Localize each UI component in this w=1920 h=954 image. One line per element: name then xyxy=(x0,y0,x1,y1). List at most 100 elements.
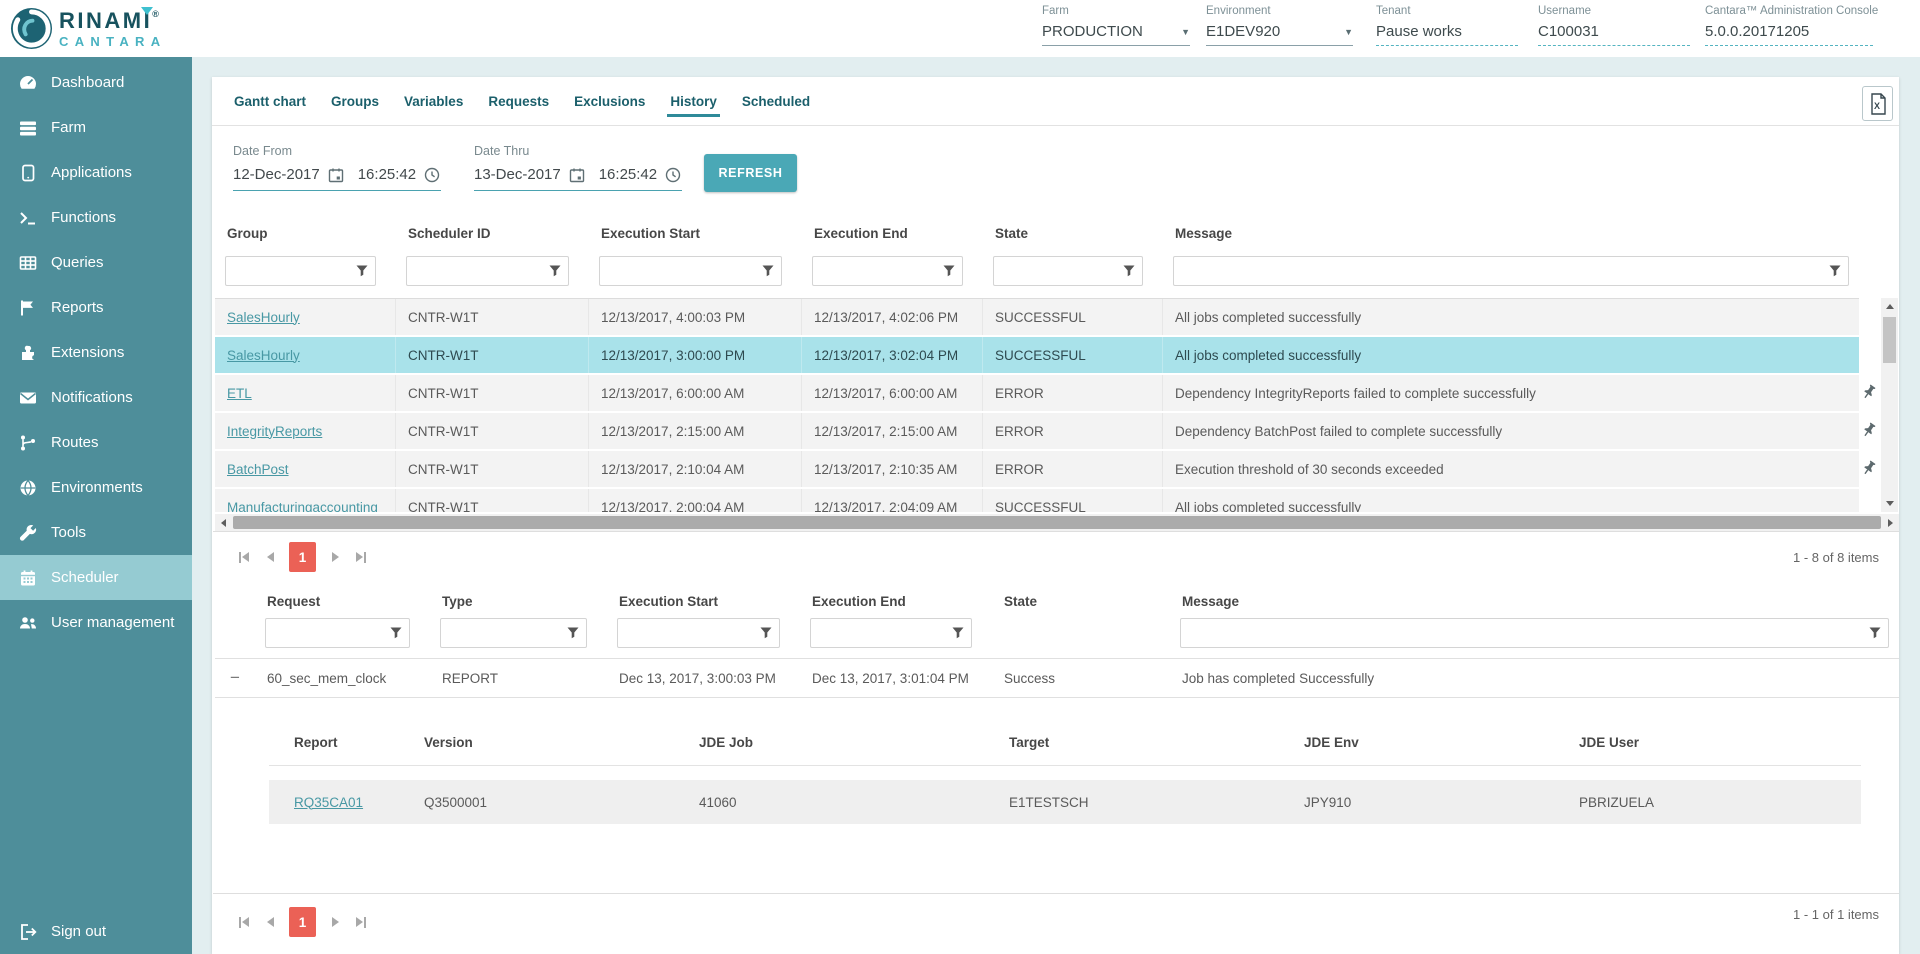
pushpin-icon[interactable] xyxy=(1860,459,1880,479)
tab-groups[interactable]: Groups xyxy=(330,88,380,115)
column-header-type[interactable]: Type xyxy=(430,588,607,615)
history-row[interactable]: SalesHourly CNTR-W1T 12/13/2017, 4:00:03… xyxy=(215,299,1859,337)
sidebar-item-environments[interactable]: Environments xyxy=(0,465,192,510)
column-header-group[interactable]: Group xyxy=(215,220,396,247)
history-row[interactable]: ETL CNTR-W1T 12/13/2017, 6:00:00 AM 12/1… xyxy=(215,375,1859,413)
sidebar-item-reports[interactable]: Reports xyxy=(0,285,192,330)
column-header-state[interactable]: State xyxy=(983,220,1163,247)
tab-gantt-chart[interactable]: Gantt chart xyxy=(233,88,307,115)
cell-execution-start: 12/13/2017, 3:00:00 PM xyxy=(589,337,802,373)
sidebar-item-sign-out[interactable]: Sign out xyxy=(0,909,192,954)
group-filter-input[interactable] xyxy=(225,256,376,286)
column-header-message[interactable]: Message xyxy=(1170,588,1899,615)
scroll-right-icon[interactable] xyxy=(1882,514,1899,531)
date-from-date-value[interactable]: 12-Dec-2017 xyxy=(233,166,320,183)
execution-end-filter-input[interactable] xyxy=(810,618,972,648)
horizontal-scrollbar-thumb[interactable] xyxy=(233,516,1881,529)
tab-requests[interactable]: Requests xyxy=(487,88,550,115)
scheduler-tabs: Gantt chart Groups Variables Requests Ex… xyxy=(212,77,1899,126)
column-header-execution-start[interactable]: Execution Start xyxy=(589,220,802,247)
tab-history[interactable]: History xyxy=(669,88,718,115)
current-page-button[interactable]: 1 xyxy=(289,542,316,572)
vertical-scrollbar[interactable] xyxy=(1881,298,1898,512)
history-row-clipped[interactable]: Manufacturingaccounting CNTR-W1T 12/13/2… xyxy=(215,489,1859,512)
cell-type: REPORT xyxy=(430,659,607,697)
column-header-message[interactable]: Message xyxy=(1163,220,1859,247)
collapse-row-icon[interactable]: − xyxy=(215,659,255,697)
history-row-selected[interactable]: SalesHourly CNTR-W1T 12/13/2017, 3:00:00… xyxy=(215,337,1859,375)
clock-icon[interactable] xyxy=(665,167,681,183)
column-header-execution-end[interactable]: Execution End xyxy=(802,220,983,247)
history-row[interactable]: BatchPost CNTR-W1T 12/13/2017, 2:10:04 A… xyxy=(215,451,1859,489)
clock-icon[interactable] xyxy=(424,167,440,183)
calendar-icon[interactable] xyxy=(328,167,344,183)
cell-execution-start: 12/13/2017, 2:15:00 AM xyxy=(589,413,802,449)
first-page-button[interactable] xyxy=(231,907,257,937)
scroll-left-icon[interactable] xyxy=(215,514,232,531)
message-filter-input[interactable] xyxy=(1173,256,1849,286)
pushpin-icon[interactable] xyxy=(1860,383,1880,403)
sidebar-item-farm[interactable]: Farm xyxy=(0,105,192,150)
horizontal-scrollbar[interactable] xyxy=(215,514,1899,531)
scroll-down-icon[interactable] xyxy=(1881,495,1898,512)
scroll-up-icon[interactable] xyxy=(1881,298,1898,315)
date-thru-time-value[interactable]: 16:25:42 xyxy=(599,166,657,183)
group-link[interactable]: SalesHourly xyxy=(227,348,300,363)
request-row[interactable]: − 60_sec_mem_clock REPORT Dec 13, 2017, … xyxy=(215,658,1899,698)
date-from-input[interactable]: 12-Dec-2017 16:25:42 xyxy=(233,166,441,191)
column-header-execution-end[interactable]: Execution End xyxy=(800,588,992,615)
column-header-state[interactable]: State xyxy=(992,588,1170,615)
group-link[interactable]: SalesHourly xyxy=(227,310,300,325)
message-filter-input[interactable] xyxy=(1180,618,1889,648)
sidebar-item-scheduler[interactable]: Scheduler xyxy=(0,555,192,600)
state-filter-input[interactable] xyxy=(993,256,1143,286)
request-detail-row[interactable]: RQ35CA01 Q3500001 41060 E1TESTSCH JPY910… xyxy=(269,780,1861,824)
sidebar-item-user-management[interactable]: User management xyxy=(0,600,192,645)
sidebar-item-dashboard[interactable]: Dashboard xyxy=(0,60,192,105)
refresh-button[interactable]: REFRESH xyxy=(704,154,797,192)
tab-exclusions[interactable]: Exclusions xyxy=(573,88,646,115)
sidebar-item-tools[interactable]: Tools xyxy=(0,510,192,555)
execution-start-filter-input[interactable] xyxy=(617,618,780,648)
group-link[interactable]: Manufacturingaccounting xyxy=(227,500,378,513)
previous-page-button[interactable] xyxy=(257,542,283,572)
last-page-button[interactable] xyxy=(348,542,374,572)
last-page-button[interactable] xyxy=(348,907,374,937)
calendar-icon[interactable] xyxy=(569,167,585,183)
farm-select[interactable]: PRODUCTION ▼ xyxy=(1042,23,1190,46)
request-filter-input[interactable] xyxy=(265,618,410,648)
execution-start-filter-input[interactable] xyxy=(599,256,782,286)
environment-select[interactable]: E1DEV920 ▼ xyxy=(1206,23,1353,46)
previous-page-button[interactable] xyxy=(257,907,283,937)
sidebar-item-routes[interactable]: Routes xyxy=(0,420,192,465)
group-link[interactable]: IntegrityReports xyxy=(227,424,322,439)
next-page-button[interactable] xyxy=(322,907,348,937)
cell-execution-end: 12/13/2017, 3:02:04 PM xyxy=(802,337,983,373)
sidebar-item-queries[interactable]: Queries xyxy=(0,240,192,285)
current-page-button[interactable]: 1 xyxy=(289,907,316,937)
sidebar-item-functions[interactable]: Functions xyxy=(0,195,192,240)
group-link[interactable]: ETL xyxy=(227,386,252,401)
first-page-button[interactable] xyxy=(231,542,257,572)
scheduler-id-filter-input[interactable] xyxy=(406,256,569,286)
sidebar-item-extensions[interactable]: Extensions xyxy=(0,330,192,375)
execution-end-filter-input[interactable] xyxy=(812,256,963,286)
tab-scheduled[interactable]: Scheduled xyxy=(741,88,811,115)
export-excel-button[interactable]: X xyxy=(1862,86,1893,121)
date-thru-date-value[interactable]: 13-Dec-2017 xyxy=(474,166,561,183)
sidebar-item-applications[interactable]: Applications xyxy=(0,150,192,195)
column-header-request[interactable]: Request xyxy=(255,588,430,615)
date-thru-input[interactable]: 13-Dec-2017 16:25:42 xyxy=(474,166,682,191)
column-header-scheduler-id[interactable]: Scheduler ID xyxy=(396,220,589,247)
group-link[interactable]: BatchPost xyxy=(227,462,289,477)
next-page-button[interactable] xyxy=(322,542,348,572)
report-link[interactable]: RQ35CA01 xyxy=(294,795,363,810)
vertical-scrollbar-thumb[interactable] xyxy=(1883,317,1896,363)
history-row[interactable]: IntegrityReports CNTR-W1T 12/13/2017, 2:… xyxy=(215,413,1859,451)
column-header-execution-start[interactable]: Execution Start xyxy=(607,588,800,615)
pushpin-icon[interactable] xyxy=(1860,421,1880,441)
tab-variables[interactable]: Variables xyxy=(403,88,464,115)
type-filter-input[interactable] xyxy=(440,618,587,648)
date-from-time-value[interactable]: 16:25:42 xyxy=(358,166,416,183)
sidebar-item-notifications[interactable]: Notifications xyxy=(0,375,192,420)
